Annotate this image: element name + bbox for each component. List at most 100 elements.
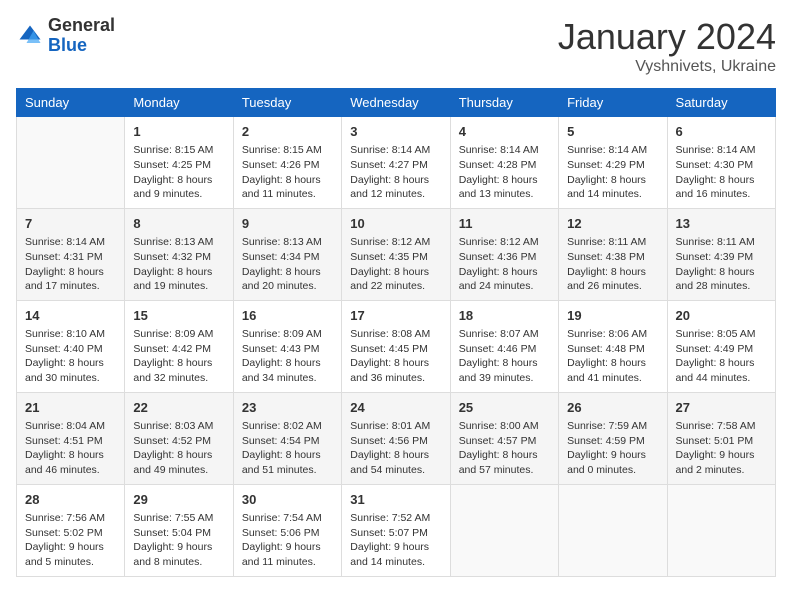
calendar-week-row: 21 Sunrise: 8:04 AM Sunset: 4:51 PM Dayli… bbox=[17, 392, 776, 484]
calendar-cell: 8 Sunrise: 8:13 AM Sunset: 4:32 PM Daylig… bbox=[125, 208, 233, 300]
logo-blue-text: Blue bbox=[48, 35, 87, 55]
day-number: 31 bbox=[350, 491, 441, 509]
day-number: 18 bbox=[459, 307, 550, 325]
day-number: 6 bbox=[676, 123, 767, 141]
day-number: 24 bbox=[350, 399, 441, 417]
calendar-cell: 20Sunrise: 8:05 AM Sunset: 4:49 PM Dayli… bbox=[667, 300, 775, 392]
day-info: Sunrise: 8:14 AM Sunset: 4:29 PM Dayligh… bbox=[567, 143, 658, 202]
day-info: Sunrise: 8:14 AM Sunset: 4:28 PM Dayligh… bbox=[459, 143, 550, 202]
weekday-header-row: SundayMondayTuesdayWednesdayThursdayFrid… bbox=[17, 89, 776, 117]
day-info: Sunrise: 8:04 AM Sunset: 4:51 PM Dayligh… bbox=[25, 419, 116, 478]
weekday-header-monday: Monday bbox=[125, 89, 233, 117]
day-number: 8 bbox=[133, 215, 224, 233]
day-number: 9 bbox=[242, 215, 333, 233]
calendar-cell: 7Sunrise: 8:14 AM Sunset: 4:31 PM Daylig… bbox=[17, 208, 125, 300]
day-info: Sunrise: 8:09 AM Sunset: 4:42 PM Dayligh… bbox=[133, 327, 224, 386]
calendar-cell: 5 Sunrise: 8:14 AM Sunset: 4:29 PM Daylig… bbox=[559, 117, 667, 209]
calendar-week-row: 1Sunrise: 8:15 AM Sunset: 4:25 PM Daylig… bbox=[17, 117, 776, 209]
day-info: Sunrise: 8:12 AM Sunset: 4:35 PM Dayligh… bbox=[350, 235, 441, 294]
logo: General Blue bbox=[16, 16, 115, 56]
calendar-cell: 13 Sunrise: 8:11 AM Sunset: 4:39 PM Dayli… bbox=[667, 208, 775, 300]
calendar-cell: 24 Sunrise: 8:01 AM Sunset: 4:56 PM Dayli… bbox=[342, 392, 450, 484]
page-header: General Blue January 2024 Vyshnivets, Uk… bbox=[16, 16, 776, 76]
day-info: Sunrise: 8:10 AM Sunset: 4:40 PM Dayligh… bbox=[25, 327, 116, 386]
day-number: 5 bbox=[567, 123, 658, 141]
calendar-cell: 4Sunrise: 8:14 AM Sunset: 4:28 PM Daylig… bbox=[450, 117, 558, 209]
day-number: 12 bbox=[567, 215, 658, 233]
day-number: 7 bbox=[25, 215, 116, 233]
day-info: Sunrise: 8:06 AM Sunset: 4:48 PM Dayligh… bbox=[567, 327, 658, 386]
day-info: Sunrise: 7:55 AM Sunset: 5:04 PM Dayligh… bbox=[133, 511, 224, 570]
logo-general-text: General bbox=[48, 15, 115, 35]
calendar-cell: 11 Sunrise: 8:12 AM Sunset: 4:36 PM Dayli… bbox=[450, 208, 558, 300]
calendar-cell: 26 Sunrise: 7:59 AM Sunset: 4:59 PM Dayli… bbox=[559, 392, 667, 484]
day-number: 29 bbox=[133, 491, 224, 509]
calendar-cell bbox=[559, 484, 667, 576]
calendar-cell: 19 Sunrise: 8:06 AM Sunset: 4:48 PM Dayli… bbox=[559, 300, 667, 392]
calendar-cell: 17 Sunrise: 8:08 AM Sunset: 4:45 PM Dayli… bbox=[342, 300, 450, 392]
day-number: 16 bbox=[242, 307, 333, 325]
day-info: Sunrise: 8:13 AM Sunset: 4:34 PM Dayligh… bbox=[242, 235, 333, 294]
calendar-cell: 16Sunrise: 8:09 AM Sunset: 4:43 PM Dayli… bbox=[233, 300, 341, 392]
day-info: Sunrise: 8:08 AM Sunset: 4:45 PM Dayligh… bbox=[350, 327, 441, 386]
calendar-cell: 12 Sunrise: 8:11 AM Sunset: 4:38 PM Dayli… bbox=[559, 208, 667, 300]
day-number: 3 bbox=[350, 123, 441, 141]
calendar-cell: 25 Sunrise: 8:00 AM Sunset: 4:57 PM Dayli… bbox=[450, 392, 558, 484]
day-info: Sunrise: 8:14 AM Sunset: 4:27 PM Dayligh… bbox=[350, 143, 441, 202]
day-number: 11 bbox=[459, 215, 550, 233]
calendar-week-row: 7Sunrise: 8:14 AM Sunset: 4:31 PM Daylig… bbox=[17, 208, 776, 300]
day-number: 28 bbox=[25, 491, 116, 509]
day-info: Sunrise: 8:07 AM Sunset: 4:46 PM Dayligh… bbox=[459, 327, 550, 386]
day-number: 20 bbox=[676, 307, 767, 325]
day-number: 2 bbox=[242, 123, 333, 141]
day-info: Sunrise: 8:01 AM Sunset: 4:56 PM Dayligh… bbox=[350, 419, 441, 478]
day-number: 15 bbox=[133, 307, 224, 325]
day-number: 30 bbox=[242, 491, 333, 509]
calendar-cell: 23Sunrise: 8:02 AM Sunset: 4:54 PM Dayli… bbox=[233, 392, 341, 484]
calendar-week-row: 14 Sunrise: 8:10 AM Sunset: 4:40 PM Dayli… bbox=[17, 300, 776, 392]
logo-icon bbox=[16, 22, 44, 50]
calendar-cell: 29 Sunrise: 7:55 AM Sunset: 5:04 PM Dayli… bbox=[125, 484, 233, 576]
day-info: Sunrise: 8:12 AM Sunset: 4:36 PM Dayligh… bbox=[459, 235, 550, 294]
day-info: Sunrise: 8:13 AM Sunset: 4:32 PM Dayligh… bbox=[133, 235, 224, 294]
day-info: Sunrise: 8:14 AM Sunset: 4:30 PM Dayligh… bbox=[676, 143, 767, 202]
calendar-cell bbox=[450, 484, 558, 576]
calendar-cell bbox=[667, 484, 775, 576]
calendar-cell: 9 Sunrise: 8:13 AM Sunset: 4:34 PM Daylig… bbox=[233, 208, 341, 300]
day-number: 10 bbox=[350, 215, 441, 233]
calendar-cell: 14 Sunrise: 8:10 AM Sunset: 4:40 PM Dayli… bbox=[17, 300, 125, 392]
day-info: Sunrise: 8:11 AM Sunset: 4:38 PM Dayligh… bbox=[567, 235, 658, 294]
location-subtitle: Vyshnivets, Ukraine bbox=[558, 58, 776, 76]
day-number: 27 bbox=[676, 399, 767, 417]
day-info: Sunrise: 7:56 AM Sunset: 5:02 PM Dayligh… bbox=[25, 511, 116, 570]
day-info: Sunrise: 8:02 AM Sunset: 4:54 PM Dayligh… bbox=[242, 419, 333, 478]
day-number: 26 bbox=[567, 399, 658, 417]
month-title: January 2024 bbox=[558, 16, 776, 58]
calendar-cell: 27Sunrise: 7:58 AM Sunset: 5:01 PM Dayli… bbox=[667, 392, 775, 484]
weekday-header-wednesday: Wednesday bbox=[342, 89, 450, 117]
day-info: Sunrise: 7:59 AM Sunset: 4:59 PM Dayligh… bbox=[567, 419, 658, 478]
day-number: 21 bbox=[25, 399, 116, 417]
calendar-cell: 3 Sunrise: 8:14 AM Sunset: 4:27 PM Daylig… bbox=[342, 117, 450, 209]
day-info: Sunrise: 8:15 AM Sunset: 4:26 PM Dayligh… bbox=[242, 143, 333, 202]
day-info: Sunrise: 7:52 AM Sunset: 5:07 PM Dayligh… bbox=[350, 511, 441, 570]
weekday-header-sunday: Sunday bbox=[17, 89, 125, 117]
calendar-cell: 22Sunrise: 8:03 AM Sunset: 4:52 PM Dayli… bbox=[125, 392, 233, 484]
calendar-table: SundayMondayTuesdayWednesdayThursdayFrid… bbox=[16, 88, 776, 577]
calendar-cell: 28 Sunrise: 7:56 AM Sunset: 5:02 PM Dayli… bbox=[17, 484, 125, 576]
weekday-header-saturday: Saturday bbox=[667, 89, 775, 117]
title-block: January 2024 Vyshnivets, Ukraine bbox=[558, 16, 776, 76]
day-number: 14 bbox=[25, 307, 116, 325]
calendar-cell: 18 Sunrise: 8:07 AM Sunset: 4:46 PM Dayli… bbox=[450, 300, 558, 392]
day-info: Sunrise: 8:15 AM Sunset: 4:25 PM Dayligh… bbox=[133, 143, 224, 202]
day-number: 25 bbox=[459, 399, 550, 417]
day-info: Sunrise: 8:00 AM Sunset: 4:57 PM Dayligh… bbox=[459, 419, 550, 478]
weekday-header-friday: Friday bbox=[559, 89, 667, 117]
day-number: 19 bbox=[567, 307, 658, 325]
calendar-cell: 15 Sunrise: 8:09 AM Sunset: 4:42 PM Dayli… bbox=[125, 300, 233, 392]
calendar-cell: 31 Sunrise: 7:52 AM Sunset: 5:07 PM Dayli… bbox=[342, 484, 450, 576]
day-info: Sunrise: 8:11 AM Sunset: 4:39 PM Dayligh… bbox=[676, 235, 767, 294]
calendar-cell bbox=[17, 117, 125, 209]
day-number: 13 bbox=[676, 215, 767, 233]
day-number: 17 bbox=[350, 307, 441, 325]
